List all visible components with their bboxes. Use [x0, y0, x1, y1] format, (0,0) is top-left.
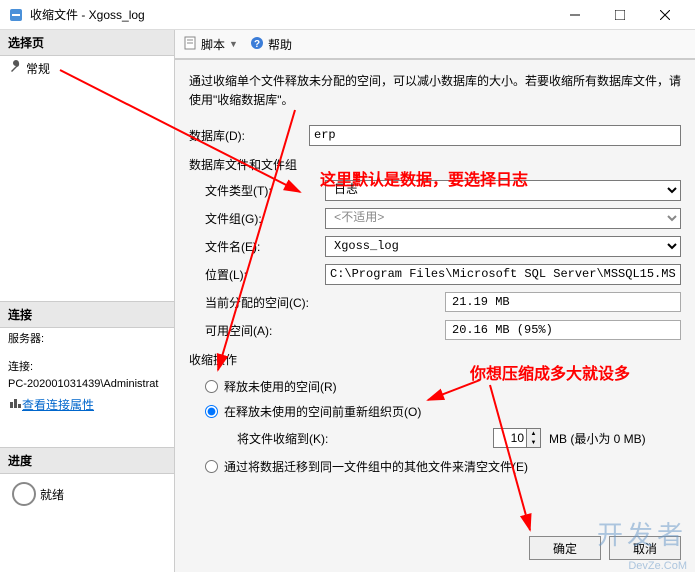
- spinner-down[interactable]: ▼: [527, 438, 540, 447]
- script-icon: [183, 36, 197, 53]
- content-toolbar: 脚本 ▼ ? 帮助: [175, 30, 695, 60]
- location-field[interactable]: [325, 264, 681, 285]
- script-label: 脚本: [201, 36, 225, 53]
- help-icon: ?: [250, 36, 264, 53]
- shrink-size-input[interactable]: [494, 429, 526, 447]
- view-connection-props[interactable]: 查看连接属性: [0, 392, 174, 417]
- properties-icon: [8, 396, 22, 413]
- script-button[interactable]: 脚本 ▼: [183, 36, 238, 53]
- current-space-label: 当前分配的空间(C):: [205, 294, 445, 311]
- content-pane: 脚本 ▼ ? 帮助 通过收缩单个文件释放未分配的空间，可以减小数据库的大小。若要…: [175, 30, 695, 572]
- radio-empty-file[interactable]: [205, 460, 218, 473]
- progress-circle-icon: [12, 482, 36, 506]
- avail-space-label: 可用空间(A):: [205, 322, 445, 339]
- shrink-to-unit: MB (最小为 0 MB): [549, 430, 646, 447]
- watermark-url: DevZe.CoM: [628, 560, 687, 572]
- wrench-icon: [8, 60, 22, 77]
- radio3-label: 通过将数据迁移到同一文件组中的其他文件来清空文件(E): [224, 458, 528, 475]
- radio-release-unused[interactable]: [205, 380, 218, 393]
- shrink-action-label: 收缩操作: [189, 351, 681, 368]
- radio-reorganize[interactable]: [205, 405, 218, 418]
- connection-header: 连接: [0, 301, 174, 328]
- radio2-label: 在释放未使用的空间前重新组织页(O): [224, 403, 421, 420]
- shrink-size-spinner[interactable]: ▲▼: [493, 428, 541, 448]
- progress-text: 就绪: [40, 486, 64, 503]
- filetype-label: 文件类型(T):: [205, 182, 325, 199]
- database-field[interactable]: [309, 125, 681, 146]
- connection-label: 连接:: [0, 356, 174, 376]
- filegroup-select[interactable]: <不适用>: [325, 208, 681, 229]
- progress-header: 进度: [0, 447, 174, 474]
- filename-label: 文件名(E):: [205, 238, 325, 255]
- filetype-select[interactable]: 日志: [325, 180, 681, 201]
- window-title: 收缩文件 - Xgoss_log: [30, 6, 552, 23]
- sidebar: 选择页 常规 连接 服务器: 连接: PC-202001031439\Admin…: [0, 30, 175, 572]
- ok-button[interactable]: 确定: [529, 536, 601, 560]
- close-button[interactable]: [642, 0, 687, 29]
- radio1-label: 释放未使用的空间(R): [224, 378, 337, 395]
- sidebar-item-general[interactable]: 常规: [0, 56, 174, 81]
- filegroup-label: 文件组(G):: [205, 210, 325, 227]
- help-text: 通过收缩单个文件释放未分配的空间，可以减小数据库的大小。若要收缩所有数据库文件，…: [189, 72, 681, 110]
- filename-select[interactable]: Xgoss_log: [325, 236, 681, 257]
- minimize-button[interactable]: [552, 0, 597, 29]
- server-label: 服务器:: [0, 328, 174, 348]
- maximize-button[interactable]: [597, 0, 642, 29]
- chevron-down-icon: ▼: [229, 39, 238, 49]
- app-icon: [8, 7, 24, 23]
- connection-value: PC-202001031439\Administrat: [0, 376, 174, 392]
- watermark-text: 开发者: [597, 515, 687, 552]
- help-button[interactable]: ? 帮助: [250, 36, 292, 53]
- filegroup-section-label: 数据库文件和文件组: [189, 156, 681, 173]
- titlebar: 收缩文件 - Xgoss_log: [0, 0, 695, 30]
- location-label: 位置(L):: [205, 266, 325, 283]
- spinner-up[interactable]: ▲: [527, 429, 540, 438]
- shrink-to-label: 将文件收缩到(K):: [237, 430, 397, 447]
- svg-text:?: ?: [254, 39, 260, 50]
- progress-status: 就绪: [0, 474, 174, 514]
- help-label: 帮助: [268, 36, 292, 53]
- database-label: 数据库(D):: [189, 127, 309, 144]
- sidebar-item-label: 常规: [26, 60, 50, 77]
- current-space-value: 21.19 MB: [445, 292, 681, 312]
- avail-space-value: 20.16 MB (95%): [445, 320, 681, 340]
- select-page-header: 选择页: [0, 30, 174, 56]
- view-props-link[interactable]: 查看连接属性: [22, 396, 94, 413]
